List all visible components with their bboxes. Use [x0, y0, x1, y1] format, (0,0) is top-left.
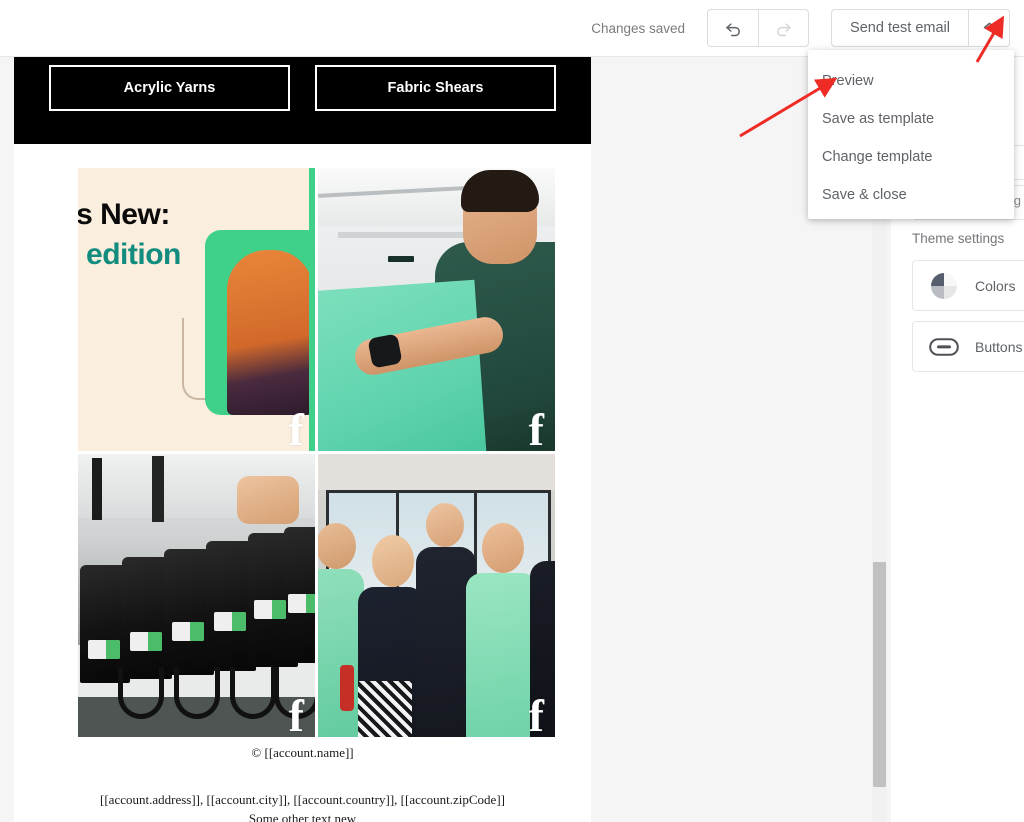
footer-copyright: © [[account.name]]: [14, 745, 591, 761]
footer-address: [[account.address]], [[account.city]], […: [14, 791, 591, 810]
send-test-email-dropdown-toggle[interactable]: [968, 9, 1010, 47]
theme-item-buttons[interactable]: Buttons: [912, 321, 1024, 372]
promo-headline-2: e edition: [78, 238, 181, 272]
send-test-email-group: Send test email: [831, 9, 1010, 47]
promo-portrait-panel: [205, 230, 315, 415]
facebook-icon: f: [529, 407, 544, 451]
photo-tote-bags: [78, 454, 315, 737]
send-test-email-menu: Preview Save as template Change template…: [808, 50, 1014, 219]
menu-item-preview[interactable]: Preview: [808, 62, 1014, 100]
undo-button[interactable]: [707, 9, 758, 47]
email-image-shirt[interactable]: f: [318, 168, 555, 451]
promo-portrait: [227, 250, 313, 415]
email-image-tote-bags[interactable]: f: [78, 454, 315, 737]
email-image-team[interactable]: f: [318, 454, 555, 737]
redo-button[interactable]: [758, 9, 809, 47]
theme-settings-title: Theme settings: [912, 231, 1004, 246]
color-wheel-icon: [913, 273, 975, 299]
theme-item-colors[interactable]: Colors: [912, 260, 1024, 311]
menu-item-save-and-close[interactable]: Save & close: [808, 176, 1014, 214]
history-buttons: [707, 9, 809, 47]
menu-item-save-as-template[interactable]: Save as template: [808, 100, 1014, 138]
editor-toolbar: Changes saved Sen: [0, 0, 1024, 57]
canvas-scrollbar-thumb[interactable]: [873, 562, 886, 787]
email-image-grid: t's New: e edition f: [78, 168, 555, 737]
facebook-icon: f: [529, 693, 544, 737]
photo-team-group: [318, 454, 555, 737]
save-status-text: Changes saved: [591, 21, 685, 36]
facebook-icon: f: [289, 407, 304, 451]
email-button-band: Acrylic Yarns Fabric Shears: [14, 57, 591, 144]
theme-item-label: Buttons: [975, 339, 1022, 355]
chevron-up-icon: [981, 17, 998, 39]
footer-extra-text: Some other text new: [14, 810, 591, 822]
redo-arrow-icon: [773, 18, 794, 39]
email-cta-button-2[interactable]: Fabric Shears: [315, 65, 556, 111]
menu-item-change-template[interactable]: Change template: [808, 138, 1014, 176]
email-footer: © [[account.name]] [[account.address]], …: [14, 745, 591, 822]
send-test-email-button[interactable]: Send test email: [831, 9, 968, 47]
email-cta-button-1[interactable]: Acrylic Yarns: [49, 65, 290, 111]
pill-button-icon: [913, 338, 975, 356]
email-sheet: Acrylic Yarns Fabric Shears t's New: e e…: [14, 57, 591, 822]
email-canvas-area[interactable]: Acrylic Yarns Fabric Shears t's New: e e…: [0, 57, 891, 822]
promo-headline-1: t's New:: [78, 198, 170, 232]
promo-edge-strip: [309, 168, 315, 451]
email-image-promo[interactable]: t's New: e edition f: [78, 168, 315, 451]
promo-graphic: t's New: e edition: [78, 168, 315, 451]
facebook-icon: f: [289, 693, 304, 737]
undo-arrow-icon: [723, 18, 744, 39]
photo-man-holding-shirt: [318, 168, 555, 451]
theme-item-label: Colors: [975, 278, 1015, 294]
email-editor-screen: Acrylic Yarns Fabric Shears t's New: e e…: [0, 0, 1024, 822]
